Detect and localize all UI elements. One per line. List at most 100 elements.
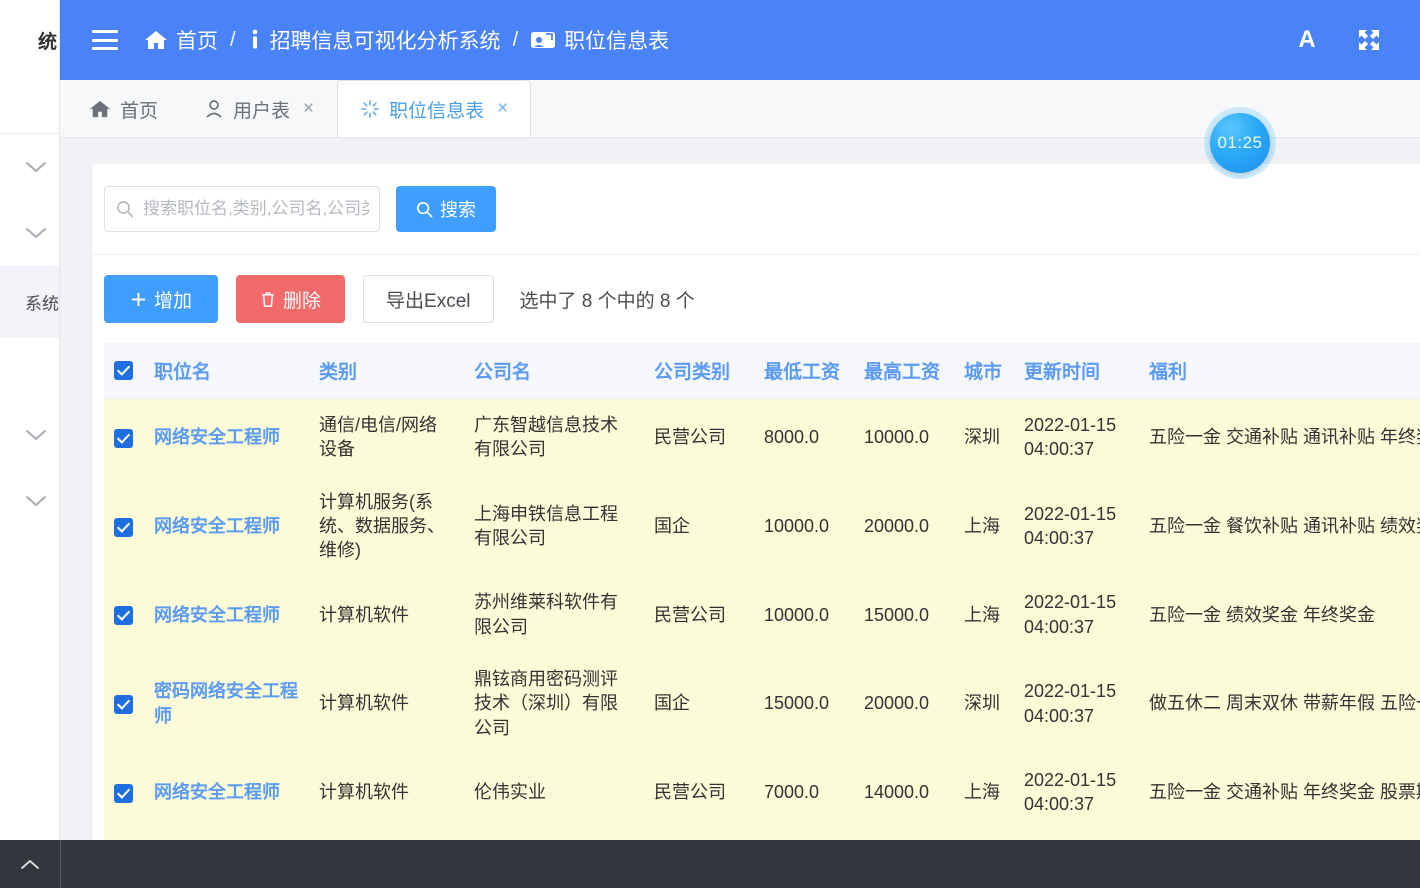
cell-update-time: 2022-01-15 04:00:37 [1014, 576, 1139, 654]
column-header-city[interactable]: 城市 [954, 343, 1014, 399]
column-header-company[interactable]: 公司名 [464, 343, 644, 399]
tab-user-table[interactable]: 用户表 × [181, 80, 337, 137]
row-checkbox[interactable] [114, 783, 133, 803]
row-checkbox-cell [104, 830, 144, 840]
row-checkbox-cell [104, 753, 144, 831]
sidebar-item-1[interactable] [0, 134, 59, 200]
bottom-bar-divider [60, 840, 61, 888]
cell-city: 上海 [954, 576, 1014, 654]
column-header-category[interactable]: 类别 [309, 343, 464, 399]
cell-update-time: 2022-01-15 04:00:37 [1014, 753, 1139, 831]
hamburger-icon[interactable] [92, 30, 118, 50]
table-row[interactable]: 网络安全工程师 计算机软件 伦伟实业 民营公司 7000.0 14000.0 上海 2022-… [104, 753, 1420, 831]
chevron-down-icon [25, 428, 47, 442]
table-row[interactable]: 网络安全运维工程师（JS-202201）计算机服务(系统、数据服务、维修)广州赛… [104, 830, 1420, 840]
collapse-button[interactable] [0, 858, 60, 871]
search-input-wrap [104, 186, 380, 232]
row-checkbox-cell [104, 653, 144, 754]
cell-title[interactable]: 网络安全运维工程师（JS-202201） [144, 830, 309, 840]
search-icon [416, 201, 433, 218]
fullscreen-icon [1357, 28, 1381, 52]
breadcrumb-item-position-table[interactable]: 职位信息表 [530, 25, 669, 55]
cell-category: 计算机服务(系统、数据服务、维修) [309, 475, 464, 577]
breadcrumb-item-home[interactable]: 首页 [144, 25, 218, 55]
select-all-checkbox[interactable] [114, 360, 133, 380]
cell-city: 深圳 [954, 398, 1014, 476]
cell-title[interactable]: 网络安全工程师 [144, 475, 309, 577]
font-size-label: A [1298, 26, 1316, 53]
breadcrumb-separator: / [230, 28, 236, 51]
table-row[interactable]: 网络安全工程师 计算机服务(系统、数据服务、维修) 上海申铁信息工程有限公司 国企 10… [104, 475, 1420, 577]
cell-salary-max: 9000.0 [854, 830, 954, 840]
info-icon [248, 29, 262, 51]
cell-title[interactable]: 密码网络安全工程师 [144, 653, 309, 754]
cell-welfare: 五险一金 专业培训 绩效奖金 员工旅游 交通补贴 年终奖金 带薪年假 [1139, 830, 1420, 840]
bottom-bar [0, 840, 1420, 888]
chevron-down-icon [25, 494, 47, 508]
breadcrumb-label-position-table: 职位信息表 [564, 30, 670, 53]
font-size-button[interactable]: A [1284, 17, 1330, 63]
column-header-title[interactable]: 职位名 [144, 343, 309, 399]
delete-button[interactable]: 删除 [236, 275, 346, 323]
cell-company: 苏州维莱科软件有限公司 [464, 576, 644, 654]
table-row[interactable]: 密码网络安全工程师 计算机软件 鼎铉商用密码测评技术（深圳）有限公司 国企 15000.… [104, 653, 1420, 754]
tab-home[interactable]: 首页 [60, 80, 181, 137]
tab-position-table[interactable]: 职位信息表 × [337, 80, 532, 137]
cell-welfare: 五险一金 交通补贴 通讯补贴 年终奖金 餐饮补贴 绩效奖金 [1139, 398, 1420, 476]
add-button[interactable]: 增加 [104, 275, 219, 323]
sidebar-item-6[interactable] [0, 468, 59, 534]
breadcrumb-separator: / [512, 28, 519, 51]
close-icon[interactable]: × [497, 98, 508, 120]
column-header-salary-max[interactable]: 最高工资 [854, 343, 954, 399]
search-input[interactable] [104, 186, 380, 232]
row-checkbox[interactable] [114, 517, 133, 537]
chevron-down-icon [25, 226, 47, 240]
sidebar-item-2[interactable] [0, 200, 59, 266]
cell-city: 广州 [954, 830, 1014, 840]
fullscreen-button[interactable] [1346, 17, 1392, 63]
cell-company: 广东智越信息技术有限公司 [464, 398, 644, 476]
cell-salary-max: 10000.0 [854, 398, 954, 476]
close-icon[interactable]: × [303, 98, 314, 120]
timer-badge[interactable]: 01:25 [1210, 113, 1270, 173]
position-table-card: 搜索 增加 删除 导出Excel [92, 164, 1420, 840]
row-checkbox[interactable] [114, 428, 133, 448]
sidebar-item-analysis-system[interactable]: 系统 [0, 266, 59, 338]
delete-button-label: 删除 [283, 290, 322, 312]
breadcrumb-item-system[interactable]: 招聘信息可视化分析系统 [248, 25, 501, 55]
table-row[interactable]: 网络安全工程师 通信/电信/网络设备 广东智越信息技术有限公司 民营公司 8000.0 1… [104, 398, 1420, 476]
table-row[interactable]: 网络安全工程师 计算机软件 苏州维莱科软件有限公司 民营公司 10000.0 15000.… [104, 576, 1420, 654]
cell-title[interactable]: 网络安全工程师 [144, 753, 309, 831]
column-header-welfare[interactable]: 福利 [1139, 343, 1420, 399]
cell-salary-min: 15000.0 [754, 653, 854, 754]
cell-salary-max: 14000.0 [854, 753, 954, 831]
cell-company-type: 国企 [644, 475, 754, 577]
cell-title[interactable]: 网络安全工程师 [144, 576, 309, 654]
cell-title[interactable]: 网络安全工程师 [144, 398, 309, 476]
sidebar-item-5[interactable] [0, 402, 59, 468]
cell-company: 伦伟实业 [464, 753, 644, 831]
column-header-company-type[interactable]: 公司类别 [644, 343, 754, 399]
column-header-salary-min[interactable]: 最低工资 [754, 343, 854, 399]
loading-icon [360, 99, 380, 119]
breadcrumb-label-home: 首页 [176, 30, 218, 53]
cell-category: 计算机服务(系统、数据服务、维修) [309, 830, 464, 840]
cell-company-type: 民营公司 [644, 576, 754, 654]
row-checkbox[interactable] [114, 695, 133, 715]
sidebar-logo: 统 [37, 31, 57, 53]
cell-update-time: 2022-01-15 04:00:37 [1014, 398, 1139, 476]
table-wrapper: 职位名 类别 公司名 公司类别 最低工资 最高工资 城市 更新时间 福利 网络安… [92, 343, 1420, 840]
export-excel-button[interactable]: 导出Excel [363, 275, 494, 323]
chevron-up-icon [20, 858, 40, 871]
selection-info: 选中了 8 个中的 8 个 [519, 290, 695, 312]
cell-salary-max: 20000.0 [854, 475, 954, 577]
column-header-update-time[interactable]: 更新时间 [1014, 343, 1139, 399]
row-checkbox[interactable] [114, 606, 133, 626]
chevron-down-icon [25, 160, 47, 174]
tab-label-position-table: 职位信息表 [389, 100, 485, 122]
cell-update-time: 2022-01-15 04:00:37 [1014, 653, 1139, 754]
search-button[interactable]: 搜索 [396, 186, 496, 232]
tab-label-user-table: 用户表 [233, 100, 291, 122]
sidebar-item-4[interactable] [0, 338, 59, 402]
cell-company-type: 民营公司 [644, 753, 754, 831]
